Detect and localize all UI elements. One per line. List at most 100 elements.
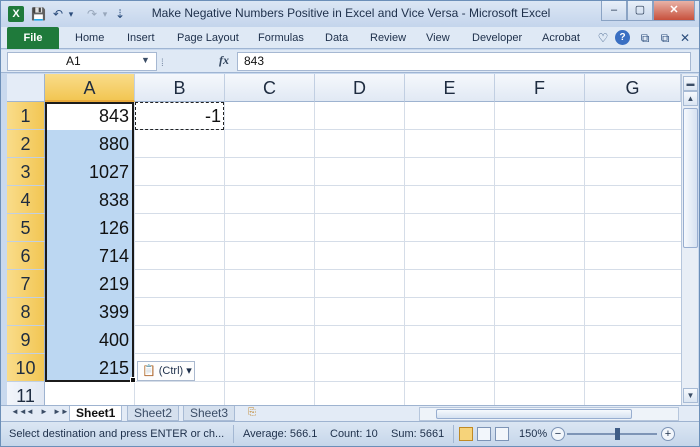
tab-view[interactable]: View [426,27,450,49]
formula-bar: A1 ▼ ⁞ fx 843 [1,50,699,73]
vertical-scrollbar[interactable]: ▬ ▲ ▼ [681,74,698,405]
horizontal-scrollbar[interactable] [419,407,679,421]
formula-bar-splitter[interactable]: ⁞ [161,58,164,69]
tab-home[interactable]: Home [75,27,104,49]
row-header-3[interactable]: 3 [7,158,45,186]
last-sheet-icon[interactable]: ►► [53,407,69,416]
ribbon-tabs: File Home Insert Page Layout Formulas Da… [1,27,699,49]
name-box[interactable]: A1 [7,52,157,71]
cell-a4[interactable]: 838 [45,186,129,214]
tab-formulas[interactable]: Formulas [258,27,304,49]
first-sheet-icon[interactable]: ◄◄ [11,407,27,416]
status-separator [233,425,234,443]
column-header-a[interactable]: A [45,74,135,102]
zoom-slider-track[interactable] [567,433,657,435]
row-header-9[interactable]: 9 [7,326,45,354]
paste-options-dropdown-icon: ▾ [186,365,192,377]
prev-sheet-icon[interactable]: ◄ [25,407,35,416]
cell-a6[interactable]: 714 [45,242,129,270]
zoom-out-icon[interactable]: − [551,427,565,441]
insert-function-icon[interactable]: fx [219,53,229,68]
formula-input[interactable]: 843 [237,52,691,71]
cell-a1[interactable]: 843 [45,102,129,130]
horizontal-scroll-thumb[interactable] [436,409,632,419]
column-header-g[interactable]: G [585,74,681,102]
tab-review[interactable]: Review [370,27,406,49]
paste-options-label: (Ctrl) [158,365,184,377]
customize-toolbar-icon[interactable]: ⇣ [115,6,125,22]
status-average[interactable]: Average: 566.1 [243,422,317,446]
redo-icon[interactable]: ↷ [85,6,99,22]
page-layout-view-icon[interactable] [477,427,491,441]
zoom-in-icon[interactable]: + [661,427,675,441]
select-all-corner[interactable] [7,74,45,102]
scroll-up-icon[interactable]: ▲ [683,91,698,106]
workbook-close-icon[interactable]: ✕ [677,30,693,46]
column-header-f[interactable]: F [495,74,585,102]
undo-dropdown-icon[interactable]: ▾ [67,6,75,22]
tab-data[interactable]: Data [325,27,348,49]
row-header-8[interactable]: 8 [7,298,45,326]
gridline [45,269,681,270]
column-header-e[interactable]: E [405,74,495,102]
tab-insert[interactable]: Insert [127,27,155,49]
gridline [224,102,225,405]
cell-a7[interactable]: 219 [45,270,129,298]
tab-file[interactable]: File [7,27,59,49]
row-header-2[interactable]: 2 [7,130,45,158]
row-header-4[interactable]: 4 [7,186,45,214]
gridline [45,157,681,158]
worksheet-grid[interactable]: A B C D E F G 1 2 3 4 5 6 7 8 9 10 11 84… [7,74,681,405]
fill-handle[interactable] [130,377,136,383]
row-header-5[interactable]: 5 [7,214,45,242]
vertical-scroll-thumb[interactable] [683,108,698,248]
zoom-level[interactable]: 150% [519,422,547,446]
tab-acrobat[interactable]: Acrobat [542,27,580,49]
gridline [494,102,495,405]
maximize-button[interactable]: ▢ [627,1,653,21]
scroll-down-icon[interactable]: ▼ [683,388,698,403]
redo-dropdown-icon[interactable]: ▾ [101,6,109,22]
name-box-dropdown-icon[interactable]: ▼ [141,52,150,69]
status-sum[interactable]: Sum: 5661 [391,422,444,446]
row-header-10[interactable]: 10 [7,354,45,382]
minimize-button[interactable]: – [601,1,627,21]
column-header-b[interactable]: B [135,74,225,102]
excel-logo-icon[interactable]: X [8,6,24,22]
row-header-7[interactable]: 7 [7,270,45,298]
close-button[interactable]: ✕ [653,1,695,21]
column-header-d[interactable]: D [315,74,405,102]
tab-developer[interactable]: Developer [472,27,522,49]
column-header-c[interactable]: C [225,74,315,102]
gridline [45,381,681,382]
cell-a9[interactable]: 400 [45,326,129,354]
row-header-11[interactable]: 11 [7,382,45,405]
normal-view-icon[interactable] [459,427,473,441]
help-icon[interactable]: ? [615,30,630,45]
zoom-slider-thumb[interactable] [615,428,620,440]
cell-a3[interactable]: 1027 [45,158,129,186]
row-header-1[interactable]: 1 [7,102,45,130]
undo-icon[interactable]: ↶ [51,6,65,22]
gridline [134,102,135,405]
next-sheet-icon[interactable]: ► [39,407,49,416]
page-break-view-icon[interactable] [495,427,509,441]
minimize-ribbon-icon[interactable]: ♡ [595,30,611,46]
insert-sheet-icon[interactable]: ⎘ [245,407,259,419]
save-icon[interactable]: 💾 [31,6,46,22]
cell-a8[interactable]: 399 [45,298,129,326]
tab-page-layout[interactable]: Page Layout [177,27,239,49]
workbook-restore-icon[interactable]: ⧉ [657,30,673,46]
workbook-minimize-icon[interactable]: ⧉ [637,30,653,46]
status-count[interactable]: Count: 10 [330,422,378,446]
cell-b1[interactable]: -1 [137,102,221,130]
scroll-splitter-icon[interactable]: ▬ [683,76,698,91]
sheet-tab-sheet3[interactable]: Sheet3 [183,406,236,421]
paste-options-button[interactable]: 📋 (Ctrl) ▾ [137,361,195,381]
cell-a5[interactable]: 126 [45,214,129,242]
sheet-tab-sheet1[interactable]: Sheet1 [69,406,123,421]
cell-a10[interactable]: 215 [45,354,129,382]
cell-a2[interactable]: 880 [45,130,129,158]
row-header-6[interactable]: 6 [7,242,45,270]
sheet-tab-sheet2[interactable]: Sheet2 [127,406,180,421]
